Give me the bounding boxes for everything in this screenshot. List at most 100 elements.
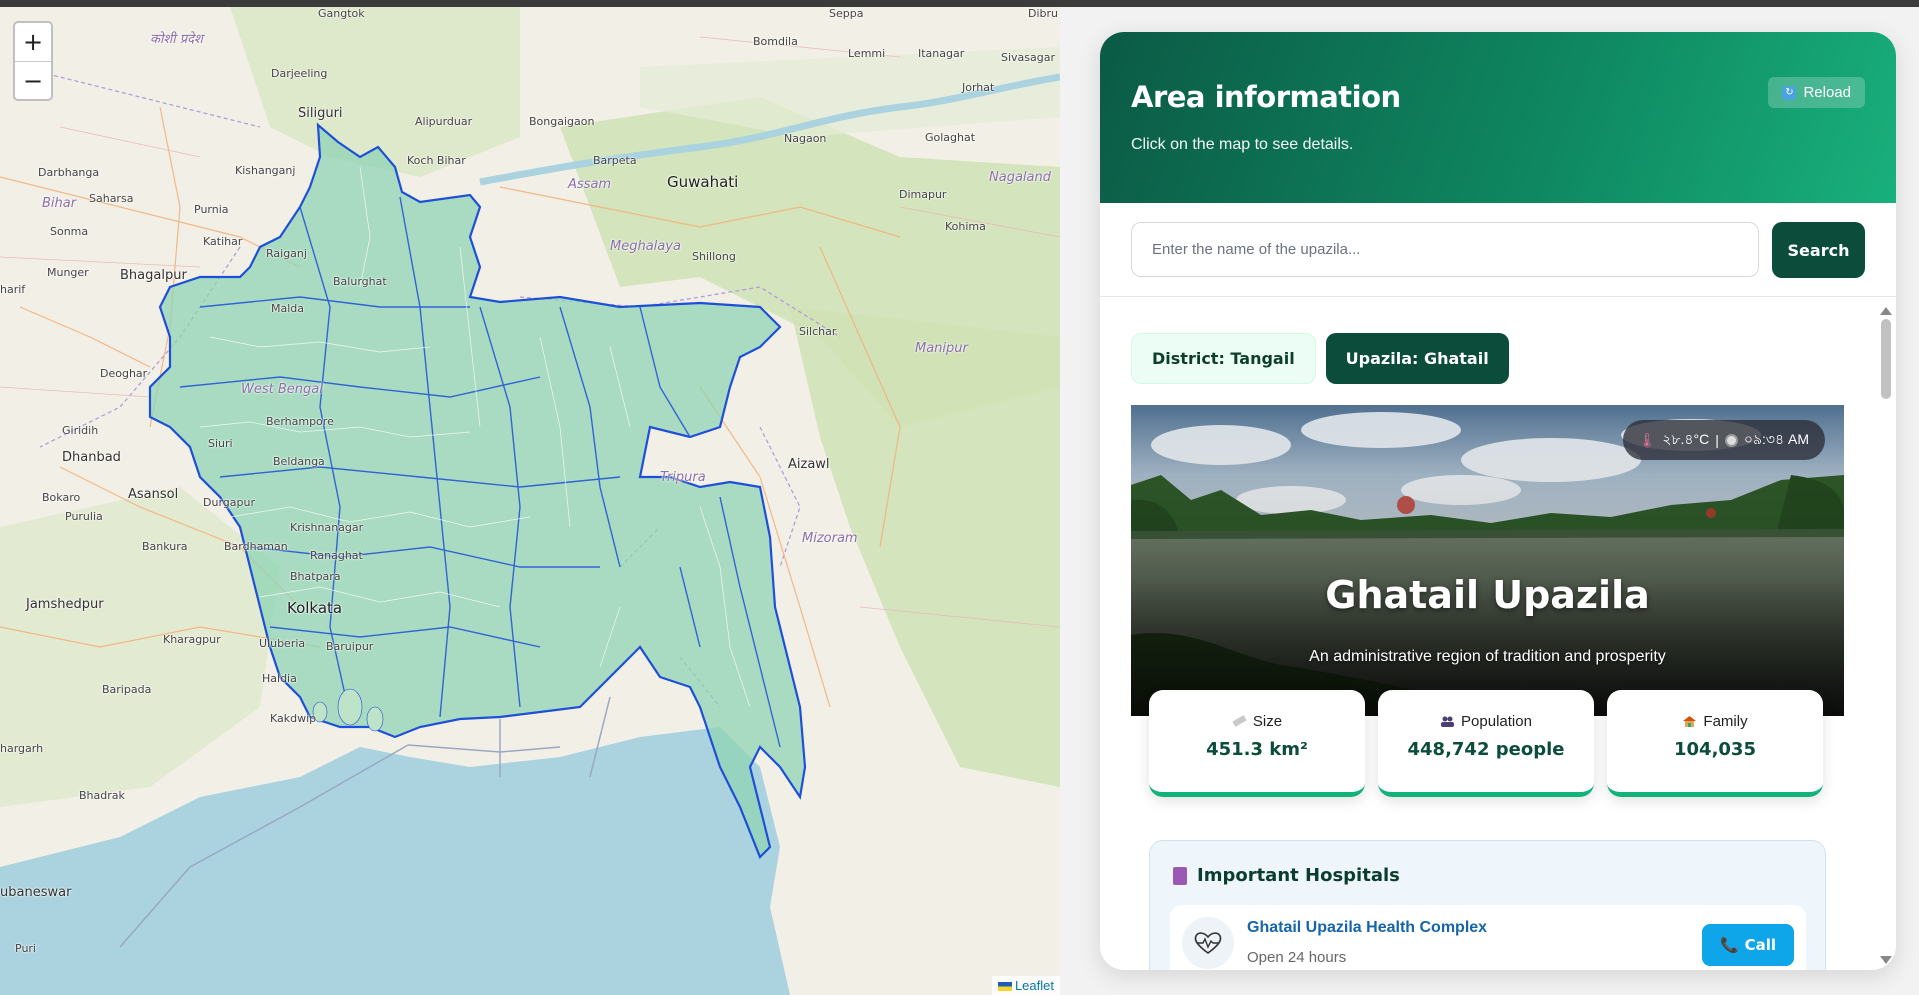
house-icon	[1682, 715, 1697, 728]
reload-icon: ↻	[1782, 85, 1797, 100]
upazila-chip[interactable]: Upazila: Ghatail	[1325, 333, 1509, 384]
scroll-up-arrow-icon[interactable]	[1880, 307, 1892, 315]
time-value: ০৯:৩৪ AM	[1743, 431, 1809, 447]
upazila-search-input[interactable]	[1131, 222, 1759, 277]
reload-button[interactable]: ↻ Reload	[1768, 77, 1865, 108]
map-label: Durgapur	[203, 496, 255, 509]
panel-header: Area information Click on the map to see…	[1100, 32, 1896, 203]
scroll-thumb[interactable]	[1881, 319, 1891, 399]
stat-card-population: Population 448,742 people	[1378, 690, 1594, 797]
map-label: Alipurduar	[415, 115, 473, 128]
stat-label: Family	[1703, 713, 1748, 730]
map-label: Lemmi	[848, 47, 886, 60]
map-label: Jamshedpur	[26, 597, 104, 612]
map-label: Bhatpara	[290, 570, 341, 583]
heartbeat-icon	[1182, 917, 1234, 969]
zoom-out-button[interactable]: −	[15, 61, 51, 99]
upazila-title: Ghatail Upazila	[1325, 573, 1650, 617]
map-attribution[interactable]: Leaflet	[991, 976, 1060, 995]
temperature-value: ২৮.৪°C	[1662, 431, 1710, 447]
map-label: Siliguri	[298, 106, 343, 121]
upazila-tagline: An administrative region of tradition an…	[1309, 648, 1666, 665]
map-label: Baripada	[102, 683, 152, 696]
map-label: Purulia	[65, 510, 103, 523]
map-label: Tripura	[660, 470, 706, 485]
map-label: Manipur	[915, 341, 968, 356]
map-label: Nagaon	[784, 132, 827, 145]
stat-label: Size	[1252, 713, 1283, 730]
map-label: Malda	[271, 302, 305, 315]
map-label: Kishanganj	[235, 164, 296, 177]
map-label: Sonma	[50, 225, 89, 238]
map-label: Jorhat	[962, 81, 995, 94]
map-label: Bihar	[42, 196, 77, 211]
district-chip[interactable]: District: Tangail	[1131, 333, 1316, 384]
map-label: Deoghar	[100, 367, 148, 380]
map-label: Bomdila	[753, 35, 798, 48]
map-label: harif	[0, 283, 26, 296]
map-label: Kakdwip	[270, 712, 317, 725]
map-label: Mizoram	[802, 531, 858, 546]
map-label: Seppa	[829, 7, 864, 20]
map-label: Berhampore	[266, 415, 334, 428]
map-label: Dibru	[1028, 7, 1059, 20]
hospital-card[interactable]: Ghatail Upazila Health Complex Open 24 h…	[1170, 905, 1806, 970]
scroll-down-arrow-icon[interactable]	[1880, 956, 1892, 964]
map-label: Guwahati	[667, 173, 739, 191]
map-label: Dhanbad	[62, 450, 121, 465]
map-label: Balurghat	[333, 275, 387, 288]
reload-label: Reload	[1803, 84, 1851, 101]
map-label: Saharsa	[89, 192, 134, 205]
map-label: Golaghat	[925, 131, 976, 144]
people-icon	[1440, 715, 1455, 728]
map-label: Barpeta	[593, 154, 637, 167]
map-label: Bhadrak	[79, 789, 125, 802]
upazila-hero-image: 🌡 ২৮.৪°C | ০৯:৩৪ AM Ghatail Upazila An a…	[1131, 405, 1844, 716]
hospital-name[interactable]: Ghatail Upazila Health Complex	[1247, 919, 1487, 937]
stat-value: 104,035	[1674, 739, 1756, 760]
map-label: Kharagpur	[163, 633, 221, 646]
zoom-in-button[interactable]: +	[15, 23, 51, 61]
map-label: Uluberia	[259, 637, 306, 650]
map-label: Siuri	[208, 437, 233, 450]
map-label: Sivasagar	[1001, 51, 1056, 64]
phone-icon: 📞	[1719, 936, 1739, 954]
map-label: Bhagalpur	[120, 268, 187, 283]
map-label: Bardhaman	[224, 540, 288, 553]
map-label: Nagaland	[989, 170, 1051, 185]
map-label: West Bengal	[241, 382, 323, 397]
map-label: Darbhanga	[38, 166, 100, 179]
map-label: Raiganj	[266, 247, 307, 260]
zoom-control: + −	[13, 21, 53, 101]
map-label: Itanagar	[918, 47, 965, 60]
map-label: Asansol	[128, 487, 179, 502]
map-label: Baruipur	[326, 640, 374, 653]
map-label: Silchar	[799, 325, 837, 338]
leaflet-link[interactable]: Leaflet	[1015, 978, 1054, 993]
map-label: Beldanga	[273, 455, 325, 468]
map-label: Darjeeling	[271, 67, 328, 80]
browser-top-bar	[0, 0, 1919, 7]
stat-value: 451.3 km²	[1206, 739, 1308, 760]
map-label: Bongaigaon	[529, 115, 595, 128]
map-label: Munger	[47, 266, 89, 279]
map-label: Shillong	[692, 250, 736, 263]
panel-scrollbar[interactable]	[1880, 307, 1892, 964]
search-button[interactable]: Search	[1772, 222, 1865, 278]
map-label: Krishnanagar	[290, 521, 364, 534]
map-label: Gangtok	[318, 7, 365, 20]
map-label: Giridih	[62, 424, 99, 437]
area-info-panel: Area information Click on the map to see…	[1100, 32, 1896, 970]
search-bar: Search	[1131, 222, 1865, 278]
map-label: Dimapur	[899, 188, 947, 201]
map-view[interactable]: Gangtok Seppa Dibru कोशी प्रदेश Bomdila …	[0, 7, 1060, 995]
map-label: Purnia	[194, 203, 229, 216]
map-label: Meghalaya	[610, 239, 681, 254]
call-label: Call	[1744, 936, 1777, 954]
stat-card-size: Size 451.3 km²	[1149, 690, 1365, 797]
map-label: Puri	[15, 942, 36, 955]
map-label: कोशी प्रदेश	[150, 32, 203, 47]
details-scroll-area[interactable]: District: Tangail Upazila: Ghatail 🌡 ২৮.…	[1100, 297, 1896, 970]
map-label: ubaneswar	[0, 885, 72, 900]
call-button[interactable]: 📞 Call	[1702, 924, 1794, 966]
